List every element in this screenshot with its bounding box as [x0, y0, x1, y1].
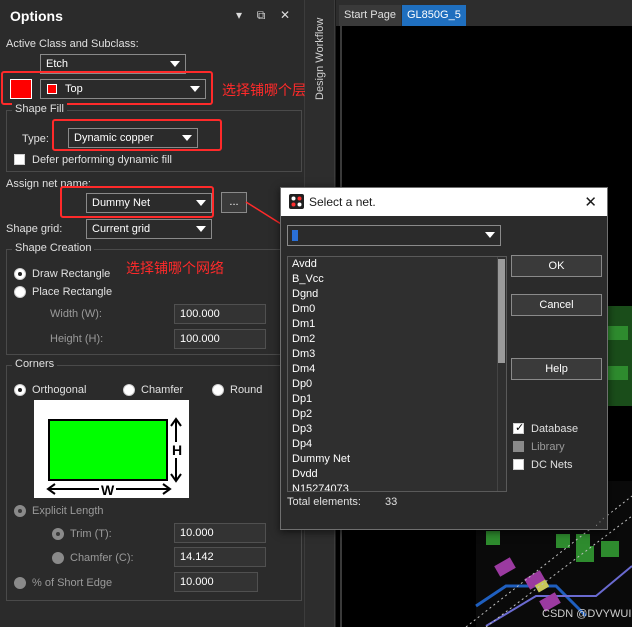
dc-nets-checkbox[interactable]: [513, 459, 524, 470]
dialog-titlebar: Select a net. ✕: [281, 188, 607, 216]
panel-title: Options: [10, 8, 63, 24]
shape-grid-dropdown[interactable]: Current grid: [86, 219, 212, 239]
height-field[interactable]: 100.000: [174, 329, 266, 349]
chamfer-radio[interactable]: [123, 384, 135, 396]
round-label: Round: [230, 384, 263, 396]
resize-grip-icon[interactable]: ⋰: [595, 518, 605, 528]
explicit-length-label: Explicit Length: [32, 505, 104, 517]
scrollbar-thumb[interactable]: [498, 259, 505, 363]
layer-annotation: 选择铺哪个层: [222, 82, 306, 98]
trim-radio[interactable]: [52, 528, 64, 540]
options-panel: Options ▾ ⧉ ✕ Active Class and Subclass:…: [0, 0, 306, 627]
short-edge-field[interactable]: 10.000: [174, 572, 258, 592]
chevron-down-icon: [485, 232, 495, 238]
database-label: Database: [531, 423, 579, 435]
shape-creation-title: Shape Creation: [12, 242, 95, 254]
place-rectangle-label: Place Rectangle: [32, 286, 113, 298]
chamfer-length-radio[interactable]: [52, 552, 64, 564]
net-list-item[interactable]: Dp3: [288, 422, 506, 437]
orthogonal-label: Orthogonal: [32, 384, 87, 396]
place-rectangle-radio[interactable]: [14, 286, 26, 298]
library-label: Library: [531, 441, 565, 453]
tab-start-page[interactable]: Start Page: [339, 5, 401, 26]
pin-icon[interactable]: ▾: [232, 8, 246, 22]
close-icon[interactable]: ✕: [584, 193, 597, 211]
class-value: Etch: [46, 58, 69, 70]
chevron-down-icon: [196, 226, 206, 232]
net-annotation: 选择铺哪个网络: [126, 260, 224, 276]
total-elements-value: 33: [385, 496, 398, 508]
net-list-item[interactable]: N15274073: [288, 482, 506, 491]
height-label: Height (H):: [50, 333, 104, 345]
short-edge-radio[interactable]: [14, 577, 26, 589]
dc-nets-label: DC Nets: [531, 459, 573, 471]
corners-title: Corners: [12, 358, 58, 370]
chamfer-length-label: Chamfer (C):: [70, 552, 134, 564]
shape-grid-label: Shape grid:: [6, 223, 63, 235]
net-list-item[interactable]: Dm2: [288, 332, 506, 347]
net-highlight-box: [60, 186, 214, 218]
width-field[interactable]: 100.000: [174, 304, 266, 324]
shape-grid-value: Current grid: [92, 223, 151, 235]
cancel-button[interactable]: Cancel: [511, 294, 602, 316]
library-checkbox[interactable]: [513, 441, 524, 452]
draw-rectangle-label: Draw Rectangle: [32, 268, 111, 280]
help-button[interactable]: Help: [511, 358, 602, 380]
net-list-item[interactable]: Dp1: [288, 392, 506, 407]
net-list-item[interactable]: Dm0: [288, 302, 506, 317]
net-list-item[interactable]: Dgnd: [288, 287, 506, 302]
explicit-length-radio[interactable]: [14, 505, 26, 517]
defer-fill-checkbox[interactable]: [14, 154, 25, 165]
net-list-item[interactable]: Dvdd: [288, 467, 506, 482]
net-list-item[interactable]: Avdd: [288, 257, 506, 272]
tab-gl850g[interactable]: GL850G_5: [402, 5, 466, 26]
dialog-title: Select a net.: [309, 195, 376, 209]
net-list-item[interactable]: Dm3: [288, 347, 506, 362]
chevron-down-icon: [170, 61, 180, 67]
select-net-dialog: Select a net. ✕ Avdd B_Vcc Dgnd Dm0 Dm1 Dm2 Dm…: [280, 187, 608, 530]
defer-fill-label: Defer performing dynamic fill: [32, 154, 172, 166]
short-edge-label: % of Short Edge: [32, 577, 113, 589]
net-list-item[interactable]: Dm1: [288, 317, 506, 332]
net-list-item[interactable]: Dm4: [288, 362, 506, 377]
document-tabs: Start Page GL850G_5: [336, 0, 632, 26]
layer-highlight-box: [1, 71, 213, 105]
chamfer-length-field[interactable]: 14.142: [174, 547, 266, 567]
orthogonal-radio[interactable]: [14, 384, 26, 396]
float-icon[interactable]: ⧉: [254, 8, 268, 22]
net-list[interactable]: Avdd B_Vcc Dgnd Dm0 Dm1 Dm2 Dm3 Dm4 Dp0 Dp1 Dp2 Dp3…: [287, 256, 507, 492]
net-list-item[interactable]: B_Vcc: [288, 272, 506, 287]
watermark: CSDN @DVYWUI: [542, 608, 632, 620]
checkmark-icon: ✓: [515, 422, 525, 434]
round-radio[interactable]: [212, 384, 224, 396]
total-elements-label: Total elements:: [287, 496, 361, 508]
ok-button[interactable]: OK: [511, 255, 602, 277]
corner-diagram: H W: [34, 400, 189, 498]
shape-fill-title: Shape Fill: [12, 103, 67, 115]
height-marker: H: [172, 442, 183, 458]
net-list-item[interactable]: Dp2: [288, 407, 506, 422]
trim-label: Trim (T):: [70, 528, 112, 540]
chamfer-option-label: Chamfer: [141, 384, 184, 396]
active-class-label: Active Class and Subclass:: [6, 38, 139, 50]
type-highlight-box: [52, 119, 222, 151]
database-checkbox[interactable]: ✓: [513, 422, 525, 434]
net-list-item[interactable]: Dp4: [288, 437, 506, 452]
net-list-item[interactable]: Dp0: [288, 377, 506, 392]
width-marker: W: [99, 482, 117, 498]
net-list-scrollbar[interactable]: [497, 257, 506, 491]
text-cursor: [292, 230, 298, 241]
draw-rectangle-radio[interactable]: [14, 268, 26, 280]
close-icon[interactable]: ✕: [278, 8, 292, 22]
app-icon: [289, 194, 304, 209]
design-workflow-label: Design Workflow: [314, 17, 326, 100]
net-list-items: Avdd B_Vcc Dgnd Dm0 Dm1 Dm2 Dm3 Dm4 Dp0 Dp1 Dp2 Dp3…: [288, 257, 506, 491]
net-filter-input[interactable]: [287, 225, 501, 246]
type-label: Type:: [22, 133, 49, 145]
net-list-item[interactable]: Dummy Net: [288, 452, 506, 467]
width-label: Width (W):: [50, 308, 102, 320]
trim-field[interactable]: 10.000: [174, 523, 266, 543]
